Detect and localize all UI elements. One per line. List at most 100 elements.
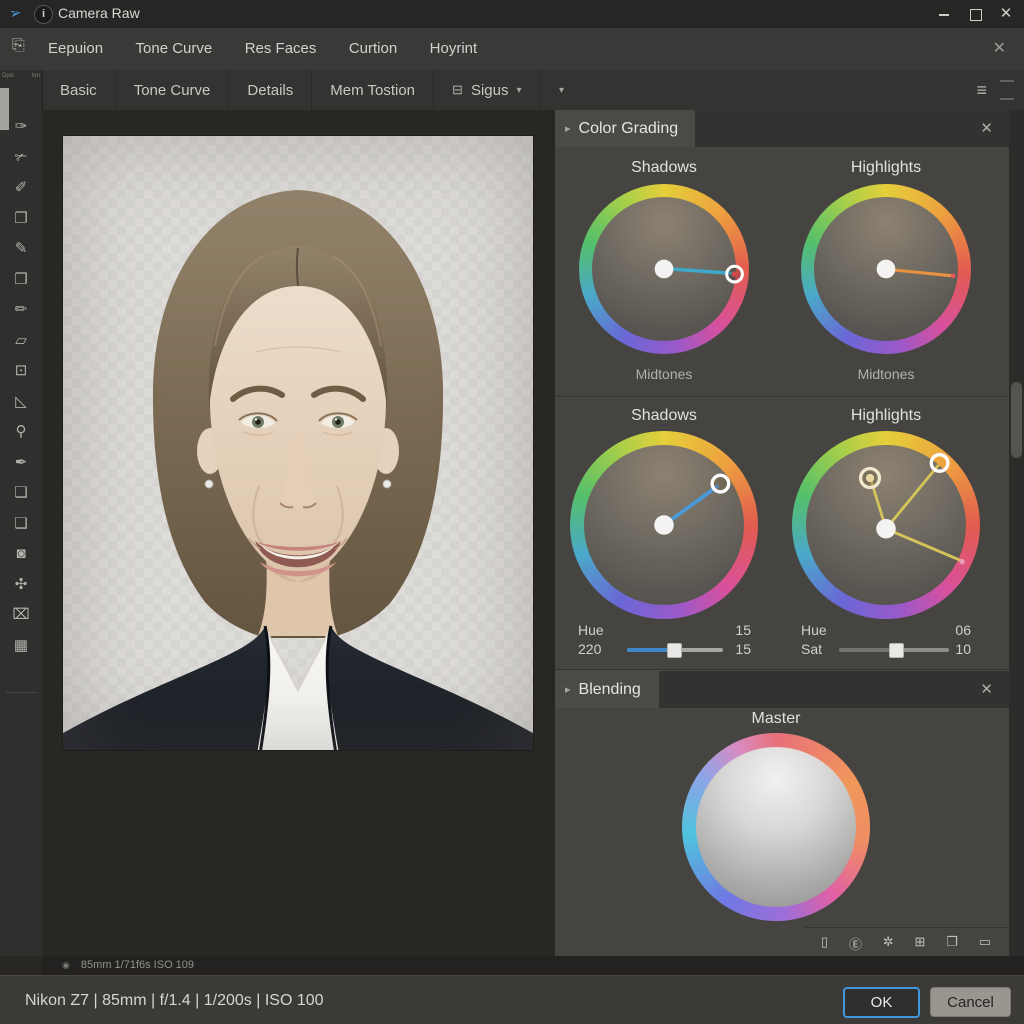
sidebar-header: Dpis km xyxy=(2,73,40,79)
canvas-status-strip: ◉ 85mm 1/71f6s ISO 109 xyxy=(42,956,1024,975)
spray-tool-icon[interactable]: ✣ xyxy=(9,576,33,594)
hue-value-left: 15 xyxy=(713,622,751,638)
tool-list: ✑ ✃ ✐ ❐ ✎ ❒ ✏ ▱ ⊡ ◺ ⚲ ✒ ❏ ❑ ◙ ✣ ⌧ ▦ xyxy=(0,118,42,655)
menu-bar: ⎘ Eepuion Tone Curve Res Faces Curtion H… xyxy=(0,28,1024,71)
blending-close-icon[interactable]: ✕ xyxy=(980,671,993,708)
edit-list-icon[interactable]: Ⓔ xyxy=(849,934,862,953)
disclosure-right-icon: ▸ xyxy=(565,683,571,696)
blending-header-tab[interactable]: ▸ Blending xyxy=(555,671,659,708)
tab-mem-tostion[interactable]: Mem Tostion xyxy=(312,70,434,110)
color-grading-close-icon[interactable]: ✕ xyxy=(980,110,993,147)
zoom-tool-icon[interactable]: ⚲ xyxy=(9,423,33,441)
menu-close-icon[interactable]: ✕ xyxy=(985,28,1014,70)
hue-slider-thumb[interactable] xyxy=(667,643,682,658)
tab-overflow-caret[interactable]: ▾ xyxy=(541,70,575,110)
hue-220-label: 220 xyxy=(578,641,601,657)
wheel-markers xyxy=(570,431,758,619)
adjustments-panel: ▸ Color Grading ✕ Shadows Highlights xyxy=(555,110,1009,956)
screen-tool-icon[interactable]: ⌧ xyxy=(9,606,33,624)
hue-slider-track[interactable] xyxy=(627,648,723,652)
sidebar-header-right: km xyxy=(32,73,40,79)
color-grading-header-tab[interactable]: ▸ Color Grading xyxy=(555,110,695,147)
blending-title: Blending xyxy=(579,681,641,699)
shadows-label-row2: Shadows xyxy=(570,407,758,425)
draw-tool-icon[interactable]: ✒ xyxy=(9,454,33,472)
pen-tool-icon[interactable]: ✎ xyxy=(9,240,33,258)
color-grading-title: Color Grading xyxy=(579,120,679,138)
pencil-tool-icon[interactable]: ✐ xyxy=(9,179,33,197)
menu-item-tone-curve[interactable]: Tone Curve xyxy=(122,28,227,70)
sampler-tool-icon[interactable]: ⊡ xyxy=(9,362,33,380)
patch-tool-icon[interactable]: ✃ xyxy=(9,149,33,167)
hue-label-left: Hue xyxy=(578,622,604,638)
globe-icon: ◉ xyxy=(62,960,70,970)
title-bar: ➢ i Camera Raw ✕ xyxy=(0,0,1024,28)
transform-tool-icon[interactable]: ▱ xyxy=(9,332,33,350)
menu-items: Eepuion Tone Curve Res Faces Curtion Hoy… xyxy=(34,28,491,70)
close-button[interactable]: ✕ xyxy=(990,0,1022,28)
clone-tool-icon[interactable]: ❒ xyxy=(9,271,33,289)
panel-scrollbar xyxy=(1009,110,1024,956)
hue-label-right: Hue xyxy=(801,622,827,638)
ruler-tool-icon[interactable]: ◺ xyxy=(9,393,33,411)
photo-preview xyxy=(63,136,533,750)
blending-header: ▸ Blending ✕ xyxy=(555,671,1009,708)
sat-slider-fill xyxy=(839,648,895,652)
master-wheel[interactable] xyxy=(682,733,870,921)
tab-presets[interactable]: ⊟ Sigus ▾ xyxy=(434,70,540,110)
sat-label: Sat xyxy=(801,641,822,657)
shadows-label-row1: Shadows xyxy=(579,159,749,177)
mask-tool-icon[interactable]: ◙ xyxy=(9,545,33,563)
sidebar-header-left: Dpis xyxy=(2,73,14,79)
maximize-button[interactable] xyxy=(960,0,992,28)
panel-menu-icon[interactable]: ≡ xyxy=(976,80,986,101)
effects-icon[interactable]: ✲ xyxy=(883,934,894,953)
info-icon: i xyxy=(34,5,53,24)
highlights-wheel[interactable] xyxy=(792,431,980,619)
ok-button[interactable]: OK xyxy=(843,987,920,1018)
midtones-sublabel-right: Midtones xyxy=(801,366,971,382)
tab-bar: Basic Tone Curve Details Mem Tostion ⊟ S… xyxy=(42,70,1024,110)
color-grading-header: ▸ Color Grading ✕ xyxy=(555,110,1009,147)
menu-item-res-faces[interactable]: Res Faces xyxy=(231,28,331,70)
scrollbar-thumb[interactable] xyxy=(1011,382,1022,458)
panel-footer-divider xyxy=(805,927,1009,928)
grid-tool-icon[interactable]: ▦ xyxy=(9,637,33,655)
menu-item-eepuion[interactable]: Eepuion xyxy=(34,28,117,70)
eraser-tool-icon[interactable]: ✏ xyxy=(9,301,33,319)
menu-item-curtion[interactable]: Curtion xyxy=(335,28,411,70)
sat-slider-thumb[interactable] xyxy=(889,643,904,658)
highlights-midtones-wheel[interactable] xyxy=(801,184,971,354)
copy-settings-icon[interactable]: ❐ xyxy=(946,934,958,953)
tab-basic[interactable]: Basic xyxy=(42,70,116,110)
layers-tool-icon[interactable]: ❑ xyxy=(9,515,33,533)
exif-info: Nikon Z7 | 85mm | f/1.4 | 1/200s | ISO 1… xyxy=(25,976,324,1024)
wheel-markers xyxy=(801,184,971,354)
sat-slider-value: 10 xyxy=(933,641,971,657)
shadows-wheel[interactable] xyxy=(570,431,758,619)
fullscreen-icon[interactable]: ▭ xyxy=(979,934,991,953)
hue-value-right: 06 xyxy=(933,622,971,638)
brush-tool-icon[interactable]: ✑ xyxy=(9,118,33,136)
tab-tone-curve[interactable]: Tone Curve xyxy=(116,70,230,110)
tool-sidebar: Dpis km ✑ ✃ ✐ ❐ ✎ ❒ ✏ ▱ ⊡ ◺ ⚲ ✒ ❏ ❑ ◙ ✣ … xyxy=(0,70,43,956)
minimize-icon xyxy=(939,14,949,16)
export-tool-icon[interactable]: ❏ xyxy=(9,484,33,502)
app-pointer-icon: ➢ xyxy=(8,3,24,23)
page-icon[interactable]: ⎘ xyxy=(12,37,25,55)
minimize-button[interactable] xyxy=(928,0,960,28)
snapshot-icon[interactable]: ▯ xyxy=(821,934,828,953)
menu-item-hoyrint[interactable]: Hoyrint xyxy=(416,28,492,70)
highlights-label-row2: Highlights xyxy=(792,407,980,425)
copy-tool-icon[interactable]: ❐ xyxy=(9,210,33,228)
wheel-markers xyxy=(792,431,980,619)
panel-divider xyxy=(555,396,1009,397)
camera-raw-window: ➢ i Camera Raw ✕ ⎘ Eepuion Tone Curve Re… xyxy=(0,0,1024,1024)
hue-slider-value: 15 xyxy=(713,641,751,657)
disclosure-right-icon: ▸ xyxy=(565,122,571,135)
tab-details[interactable]: Details xyxy=(229,70,312,110)
canvas-status-text: 85mm 1/71f6s ISO 109 xyxy=(81,959,194,971)
cancel-button[interactable]: Cancel xyxy=(930,987,1011,1017)
grid-view-icon[interactable]: ⊞ xyxy=(915,934,926,953)
shadows-midtones-wheel[interactable] xyxy=(579,184,749,354)
